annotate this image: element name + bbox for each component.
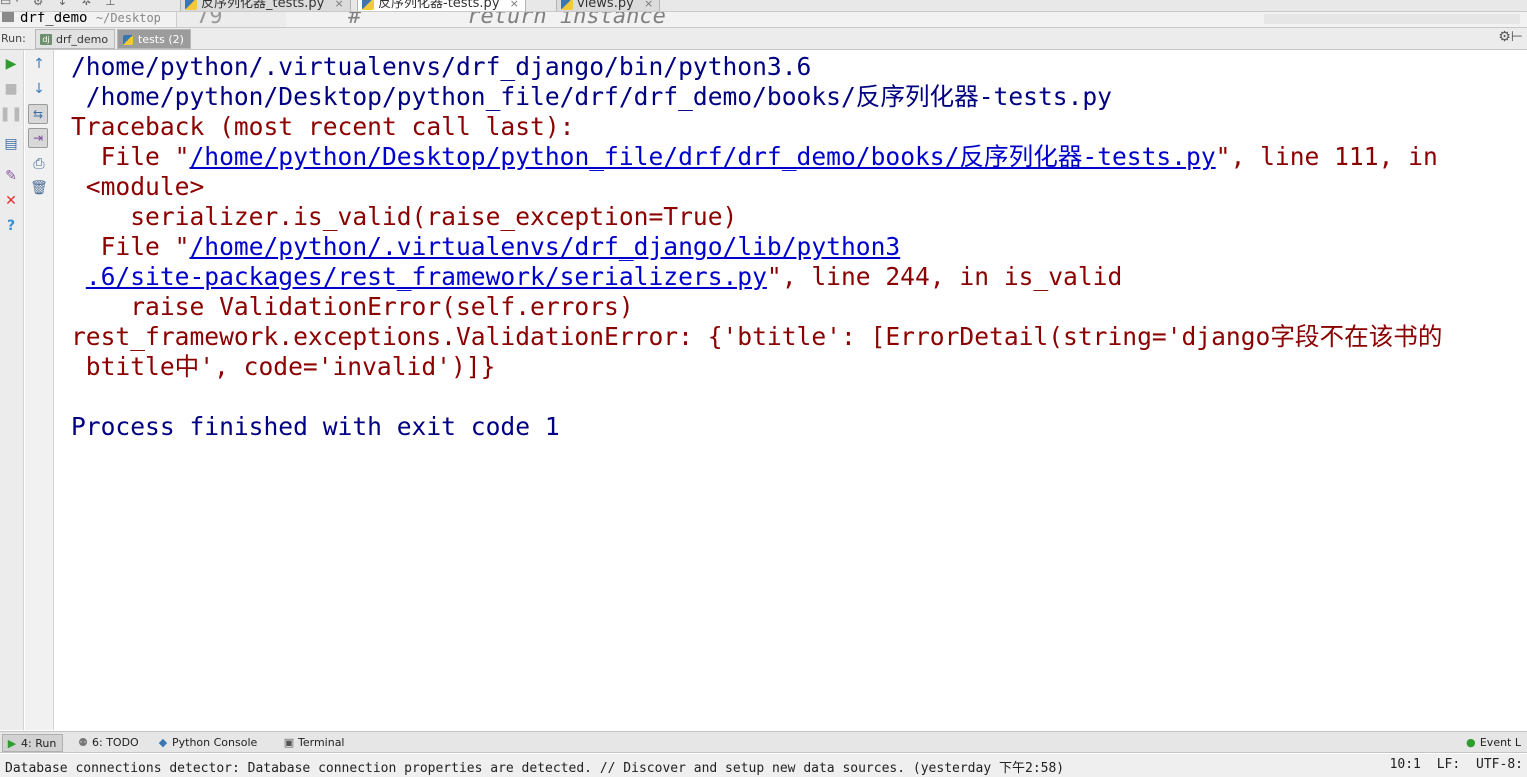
tool-tab-label: Python Console: [172, 736, 258, 749]
console-line: .6/site-packages/rest_framework/serializ…: [71, 262, 1122, 292]
editor-tab-deserializer-tests-dash[interactable]: 反序列化器-tests.py ×: [357, 0, 526, 11]
close-icon[interactable]: ×: [644, 0, 653, 10]
console-line: File "/home/python/.virtualenvs/drf_djan…: [71, 232, 901, 262]
tool-tab-todo[interactable]: ⚉ 6: TODO: [74, 734, 139, 752]
tool-window-bar: ▶ 4: Run ⚉ 6: TODO ◆ Python Console ▣ Te…: [0, 731, 1527, 753]
tool-tab-label: Event L: [1479, 736, 1521, 749]
tool-tab-run[interactable]: ▶ 4: Run: [2, 734, 64, 752]
console-line: Traceback (most recent call last):: [71, 112, 575, 141]
help-icon[interactable]: ?: [1, 216, 21, 236]
line-separator[interactable]: LF:: [1437, 757, 1460, 772]
run-tab-label: tests (2): [138, 33, 184, 46]
console-line: <module>: [71, 172, 205, 201]
editor-tab-label: 反序列化器-tests.py: [378, 0, 500, 11]
pause-icon[interactable]: ❚❚: [0, 104, 23, 124]
project-tree-root[interactable]: drf_demo ~/Desktop: [2, 12, 176, 27]
tool-tab-label: Terminal: [298, 736, 345, 749]
tool-tab-label: 6: TODO: [92, 736, 139, 749]
stop-icon[interactable]: ■: [1, 79, 21, 99]
python-file-icon: [123, 35, 133, 45]
folder-icon: [2, 12, 14, 22]
editor-horizontal-scrollbar[interactable]: [1264, 14, 1520, 24]
settings-icon[interactable]: ✲: [81, 0, 91, 8]
editor-line-number: 79: [196, 12, 223, 28]
django-icon: dj: [40, 34, 52, 45]
trash-icon[interactable]: 🗑: [29, 178, 49, 198]
console-text: File ": [71, 142, 190, 171]
console-line: /home/python/.virtualenvs/drf_django/bin…: [71, 52, 812, 81]
console-line: btitle中', code='invalid')]}: [71, 352, 496, 381]
tool-tab-python-console[interactable]: ◆ Python Console: [154, 734, 258, 752]
console-text: File ": [71, 232, 190, 261]
arrow-up-icon[interactable]: ↑: [29, 54, 49, 74]
console-text: ", line 111, in: [1215, 142, 1438, 171]
pin-tab-icon[interactable]: ✎: [1, 166, 21, 186]
run-tab-label: drf_demo: [56, 33, 109, 46]
console-line: Process finished with exit code 1: [71, 412, 560, 441]
project-toolbar-icon[interactable]: ▭ ·: [0, 0, 19, 8]
status-message[interactable]: Database connections detector: Database …: [5, 757, 1064, 776]
gear-icon[interactable]: ⚙⊢: [1498, 29, 1523, 45]
run-window-header: Run: dj drf_demo tests (2) ⚙⊢: [0, 28, 1527, 50]
editor-peek-strip: drf_demo ~/Desktop 79 # return instance: [0, 12, 1527, 28]
run-console[interactable]: /home/python/.virtualenvs/drf_django/bin…: [55, 50, 1527, 730]
rerun-icon[interactable]: ▶: [1, 54, 21, 74]
run-toolbar-right: ↑ ↓ ⇆ ⇥ ⎙ 🗑: [25, 50, 54, 730]
todo-icon: ⚉: [78, 736, 88, 749]
caret-position[interactable]: 10:1: [1390, 757, 1421, 772]
console-line: File "/home/python/Desktop/python_file/d…: [71, 142, 1438, 172]
editor-tab-label: 反序列化器_tests.py: [201, 0, 325, 11]
run-tab-drf-demo[interactable]: dj drf_demo: [35, 29, 116, 49]
editor-tab-label: views.py: [577, 0, 634, 11]
soft-wrap-icon[interactable]: ⇆: [28, 104, 48, 124]
editor-tab-deserializer-tests-underscore[interactable]: 反序列化器_tests.py ×: [180, 0, 351, 11]
collapse-icon[interactable]: ↕: [57, 0, 67, 8]
console-text: ", line 244, in is_valid: [766, 262, 1123, 291]
console-line: serializer.is_valid(raise_exception=True…: [71, 202, 738, 231]
run-toolbar-left: ▶ ■ ❚❚ ▤ ✎ ✕ ?: [0, 50, 24, 730]
editor-gutter: [176, 12, 286, 27]
traceback-file-link[interactable]: .6/site-packages/rest_framework/serializ…: [86, 262, 767, 291]
run-label: Run:: [1, 32, 26, 45]
file-encoding[interactable]: UTF-8:: [1476, 757, 1523, 772]
restore-layout-icon[interactable]: ▤: [1, 134, 21, 154]
python-file-icon: [362, 0, 374, 10]
status-bar: Database connections detector: Database …: [0, 754, 1527, 777]
arrow-down-icon[interactable]: ↓: [29, 79, 49, 99]
event-log-icon: ●: [1466, 736, 1476, 749]
console-line: raise ValidationError(self.errors): [71, 292, 634, 321]
tool-tab-label: 4: Run: [21, 737, 57, 750]
terminal-icon: ▣: [283, 736, 295, 749]
python-file-icon: [185, 0, 197, 10]
close-run-icon[interactable]: ✕: [1, 191, 21, 211]
traceback-file-link[interactable]: /home/python/Desktop/python_file/drf/drf…: [189, 142, 1215, 171]
tool-tab-terminal[interactable]: ▣ Terminal: [280, 734, 345, 752]
python-console-icon: ◆: [158, 736, 168, 749]
pin-icon[interactable]: ⊥: [105, 0, 115, 8]
console-line: rest_framework.exceptions.ValidationErro…: [71, 322, 1443, 351]
editor-tab-views[interactable]: views.py ×: [556, 0, 661, 11]
print-icon[interactable]: ⎙: [29, 154, 49, 174]
traceback-file-link[interactable]: /home/python/.virtualenvs/drf_django/lib…: [189, 232, 900, 261]
editor-code-line[interactable]: # return instance: [348, 12, 666, 27]
status-right-group: 10:1 LF: UTF-8:: [1382, 757, 1523, 772]
run-icon: ▶: [7, 737, 17, 750]
editor-tab-strip: ▭ · ⚙ ↕ ✲ ⊥ 反序列化器_tests.py × 反序列化器-tests…: [0, 0, 1527, 12]
gear-icon[interactable]: ⚙: [33, 0, 44, 8]
tool-tab-event-log[interactable]: ● Event L: [1462, 734, 1521, 752]
project-toolbar: ▭ · ⚙ ↕ ✲ ⊥: [0, 0, 126, 11]
python-file-icon: [561, 0, 573, 10]
scroll-to-end-icon[interactable]: ⇥: [28, 128, 48, 148]
console-line: /home/python/Desktop/python_file/drf/drf…: [71, 82, 1112, 111]
run-tab-tests[interactable]: tests (2): [117, 29, 191, 49]
close-icon[interactable]: ×: [334, 0, 343, 10]
close-icon[interactable]: ×: [510, 0, 519, 10]
project-path: ~/Desktop: [95, 12, 161, 25]
project-name: drf_demo: [20, 12, 88, 26]
